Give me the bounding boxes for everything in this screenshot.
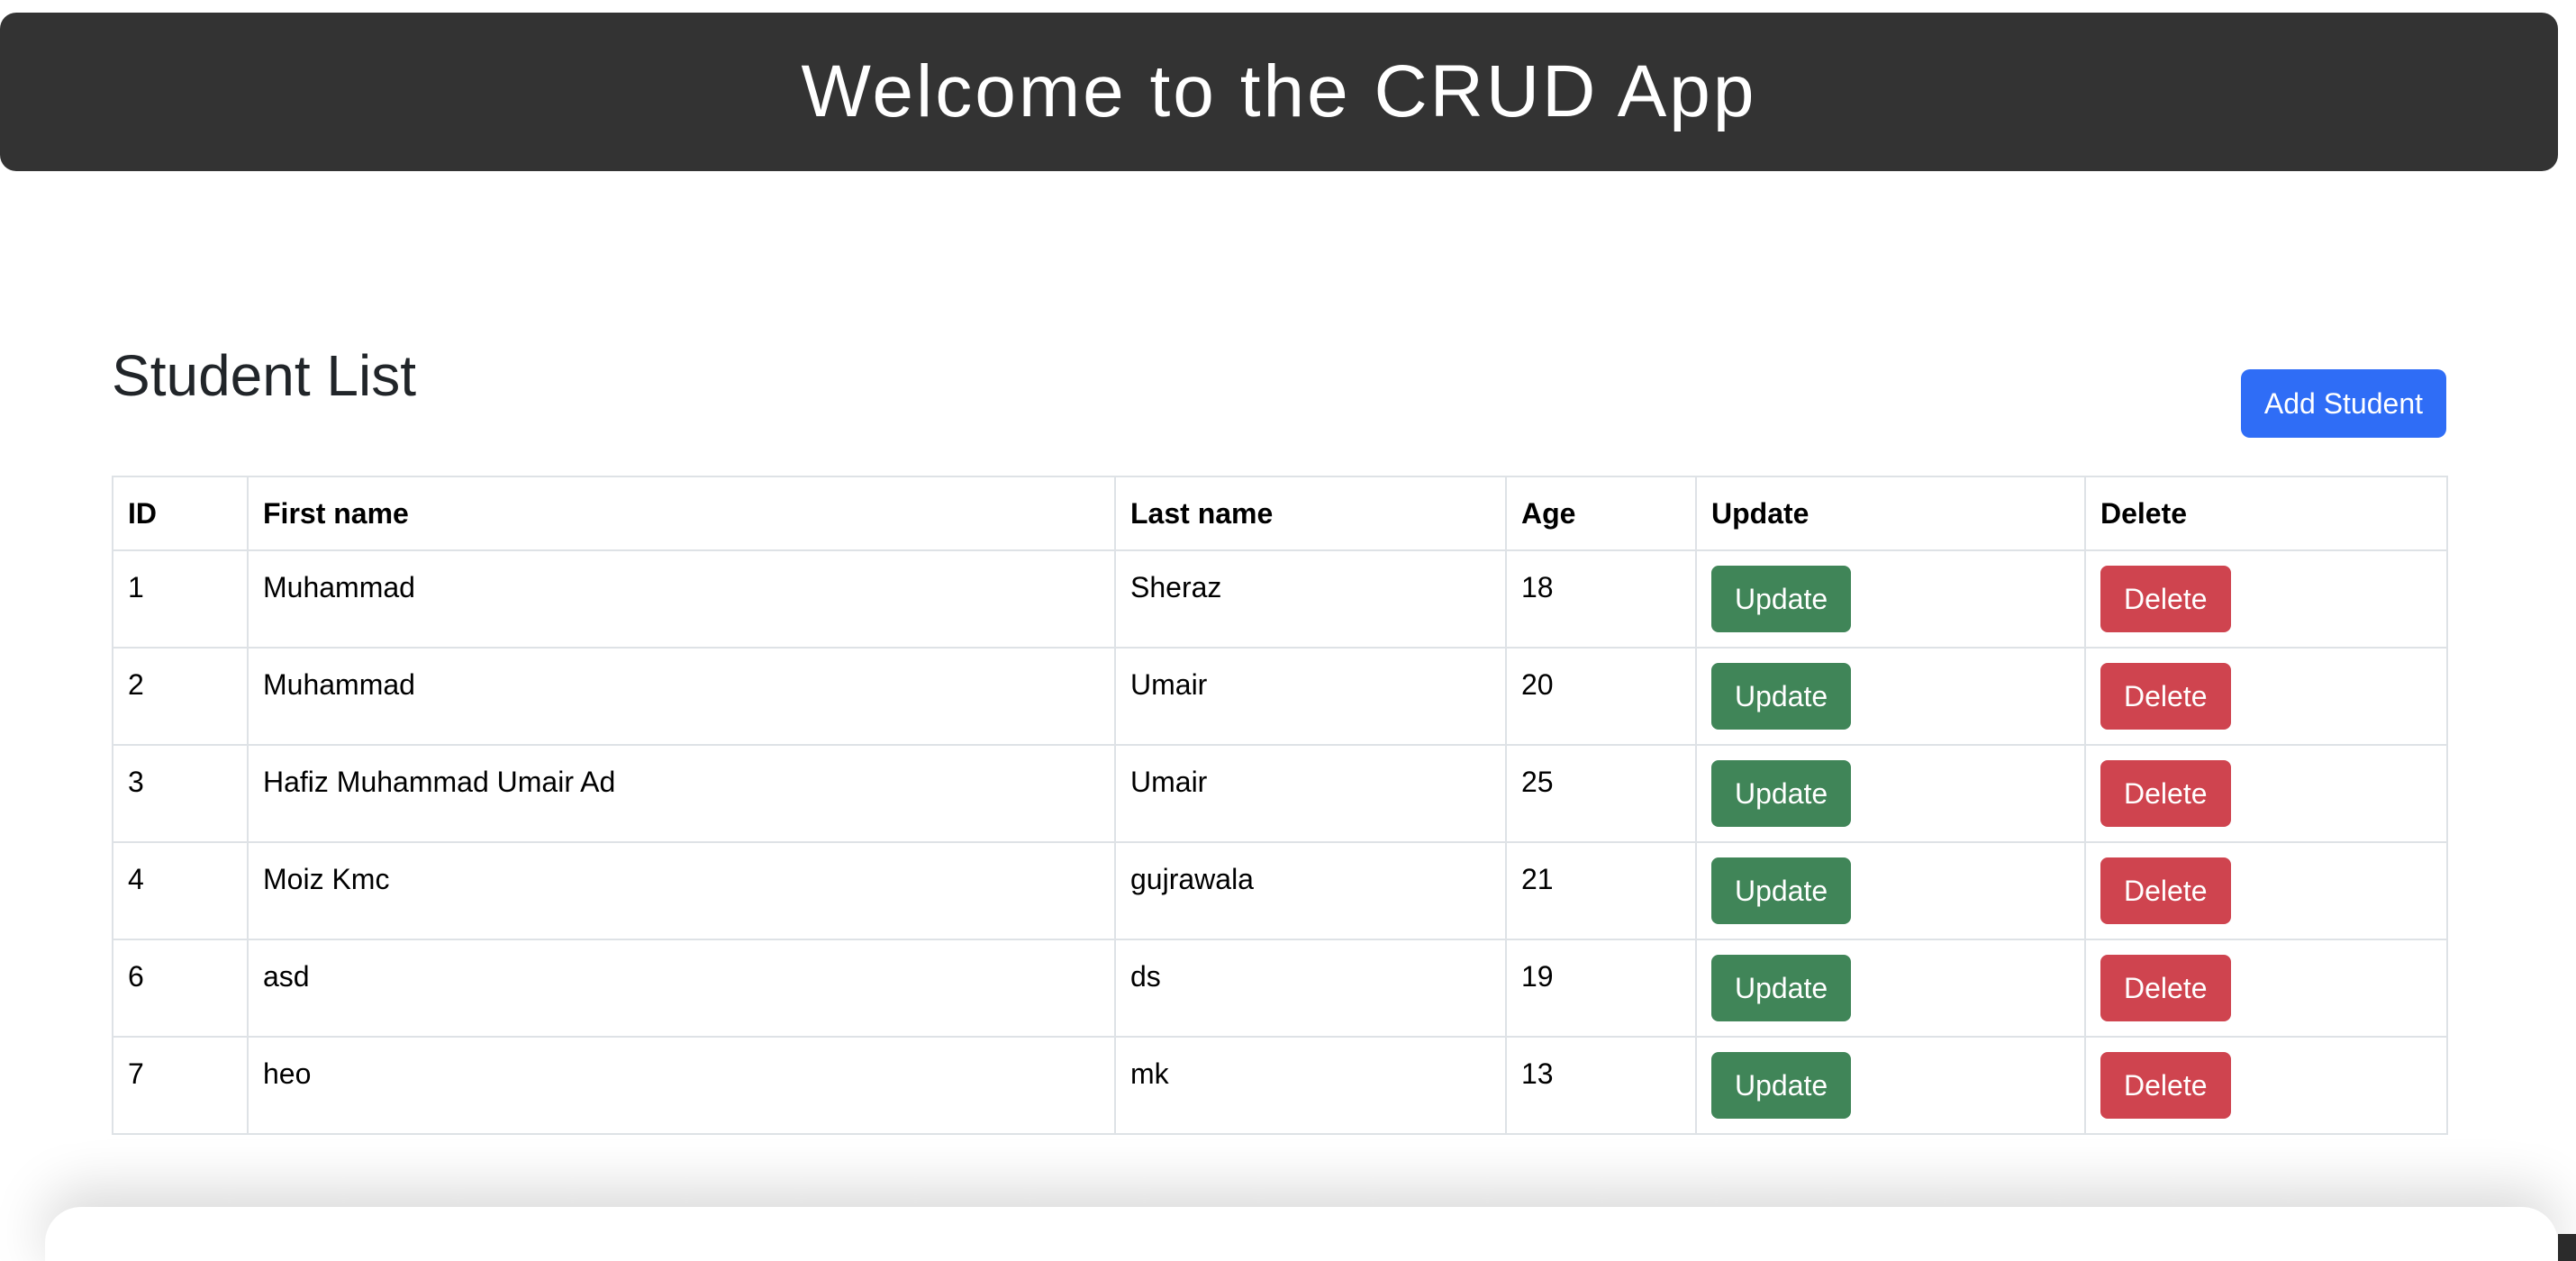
cell-age: 20 [1505,647,1697,746]
cell-id: 1 [112,549,249,649]
cell-first-name: Muhammad [247,647,1116,746]
cell-update: Update [1695,841,2086,940]
window-corner [2558,1234,2576,1261]
delete-button[interactable]: Delete [2100,857,2231,924]
cell-id: 2 [112,647,249,746]
cell-update: Update [1695,647,2086,746]
cell-age: 13 [1505,1036,1697,1135]
cell-update: Update [1695,939,2086,1038]
update-button[interactable]: Update [1711,955,1852,1021]
table-row: 3 Hafiz Muhammad Umair Ad Umair 25 Updat… [112,744,2448,843]
cell-delete: Delete [2084,1036,2448,1135]
delete-button[interactable]: Delete [2100,566,2231,632]
column-header-age: Age [1505,476,1697,551]
cell-last-name: Umair [1114,647,1507,746]
column-header-delete: Delete [2084,476,2448,551]
cell-delete: Delete [2084,549,2448,649]
table-row: 4 Moiz Kmc gujrawala 21 Update Delete [112,841,2448,940]
update-button[interactable]: Update [1711,760,1852,827]
cell-update: Update [1695,1036,2086,1135]
cell-last-name: Sheraz [1114,549,1507,649]
table-row: 1 Muhammad Sheraz 18 Update Delete [112,549,2448,649]
cell-last-name: gujrawala [1114,841,1507,940]
table-header-row: ID First name Last name Age Update Delet… [112,476,2448,551]
cell-update: Update [1695,744,2086,843]
update-button[interactable]: Update [1711,566,1852,632]
table-row: 2 Muhammad Umair 20 Update Delete [112,647,2448,746]
delete-button[interactable]: Delete [2100,663,2231,730]
cell-id: 4 [112,841,249,940]
delete-button[interactable]: Delete [2100,955,2231,1021]
cell-delete: Delete [2084,841,2448,940]
table-row: 6 asd ds 19 Update Delete [112,939,2448,1038]
page: Welcome to the CRUD App Student List Add… [0,0,2576,1261]
column-header-first-name: First name [247,476,1116,551]
cell-delete: Delete [2084,647,2448,746]
cell-last-name: mk [1114,1036,1507,1135]
cell-age: 25 [1505,744,1697,843]
cell-id: 7 [112,1036,249,1135]
app-header: Welcome to the CRUD App [0,13,2558,171]
update-button[interactable]: Update [1711,1052,1852,1119]
student-list-title: Student List [112,343,416,408]
cell-last-name: ds [1114,939,1507,1038]
footer-shadow [45,1207,2558,1261]
cell-age: 21 [1505,841,1697,940]
cell-first-name: heo [247,1036,1116,1135]
delete-button[interactable]: Delete [2100,760,2231,827]
cell-first-name: Hafiz Muhammad Umair Ad [247,744,1116,843]
cell-first-name: Muhammad [247,549,1116,649]
table-row: 7 heo mk 13 Update Delete [112,1036,2448,1135]
cell-id: 3 [112,744,249,843]
cell-delete: Delete [2084,744,2448,843]
column-header-update: Update [1695,476,2086,551]
update-button[interactable]: Update [1711,663,1852,730]
add-student-button[interactable]: Add Student [2240,369,2446,438]
delete-button[interactable]: Delete [2100,1052,2231,1119]
students-table: ID First name Last name Age Update Delet… [112,476,2448,1135]
cell-update: Update [1695,549,2086,649]
student-list-section: Student List Add Student ID First name L… [112,342,2448,1135]
cell-first-name: Moiz Kmc [247,841,1116,940]
cell-last-name: Umair [1114,744,1507,843]
student-list-header: Student List Add Student [112,342,2446,476]
app-title: Welcome to the CRUD App [801,50,1757,132]
cell-age: 18 [1505,549,1697,649]
column-header-last-name: Last name [1114,476,1507,551]
column-header-id: ID [112,476,249,551]
cell-id: 6 [112,939,249,1038]
update-button[interactable]: Update [1711,857,1852,924]
cell-first-name: asd [247,939,1116,1038]
cell-age: 19 [1505,939,1697,1038]
cell-delete: Delete [2084,939,2448,1038]
